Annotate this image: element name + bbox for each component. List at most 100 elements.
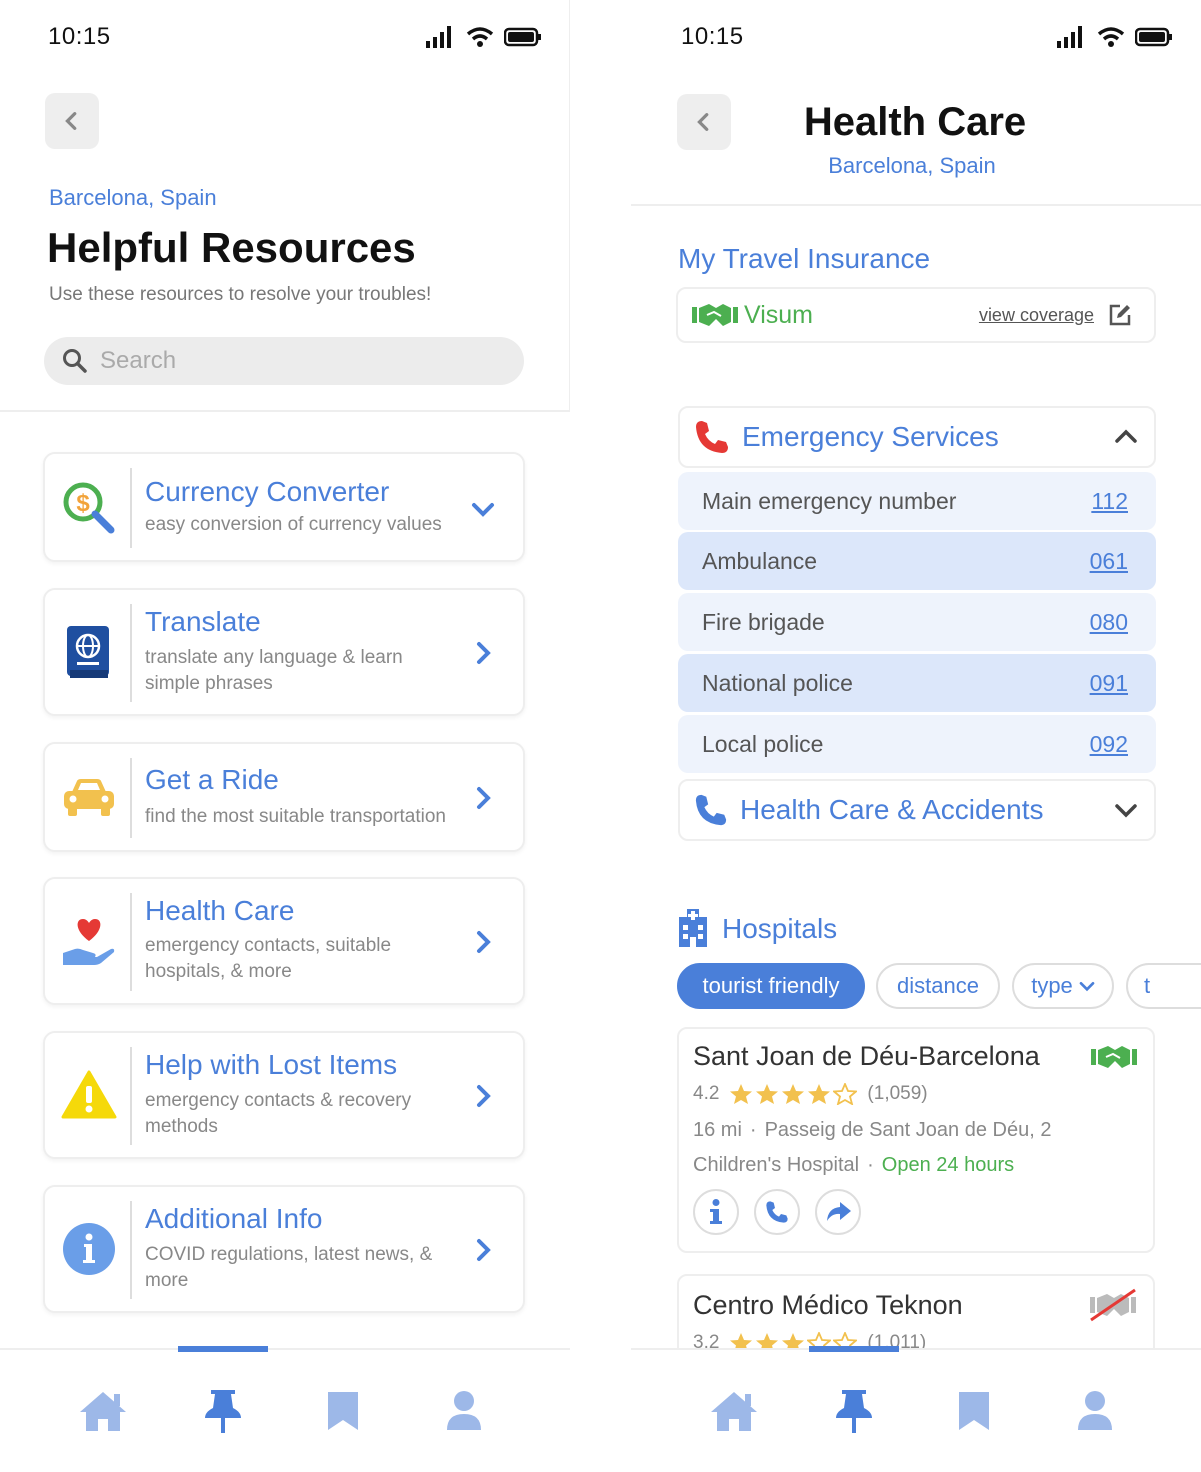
filter-distance[interactable]: distance xyxy=(876,963,1000,1009)
resource-card-translate[interactable]: Translate translate any language & learn… xyxy=(43,588,525,716)
user-icon xyxy=(1078,1391,1112,1430)
emergency-label: Main emergency number xyxy=(702,487,957,514)
emergency-label: Local police xyxy=(702,730,824,757)
emergency-number-link[interactable]: 112 xyxy=(1091,488,1128,515)
back-button[interactable] xyxy=(45,93,99,149)
tab-profile[interactable] xyxy=(1070,1386,1120,1436)
card-title: Health Care xyxy=(145,895,295,926)
emergency-heading: Emergency Services xyxy=(742,421,999,452)
page-title: Helpful Resources xyxy=(47,224,416,271)
heart-hand-icon xyxy=(61,913,117,969)
separator-dot: · xyxy=(749,1119,757,1141)
hospital-rating: 4.2 xyxy=(693,1083,720,1104)
emergency-row: Main emergency number 112 xyxy=(678,472,1156,530)
chevron-right-icon[interactable] xyxy=(471,930,495,954)
tab-profile[interactable] xyxy=(439,1386,489,1436)
chevron-right-icon[interactable] xyxy=(471,641,495,665)
phone-icon xyxy=(695,794,727,826)
chevron-right-icon[interactable] xyxy=(471,1084,495,1108)
emergency-services-header[interactable]: Emergency Services xyxy=(678,406,1156,468)
card-title: Translate xyxy=(145,606,261,637)
star-icon xyxy=(730,1084,753,1104)
card-description: emergency contacts, suitable hospitals, … xyxy=(145,935,392,982)
search-icon xyxy=(63,349,87,373)
star-icon xyxy=(808,1084,831,1104)
filter-tourist-friendly[interactable]: tourist friendly xyxy=(677,963,865,1009)
hospital-address: Passeig de Sant Joan de Déu, 2 xyxy=(764,1119,1052,1141)
pin-icon xyxy=(836,1390,872,1433)
chevron-down-icon[interactable] xyxy=(471,497,495,521)
emergency-number-link[interactable]: 061 xyxy=(1090,548,1128,575)
emergency-row: Ambulance 061 xyxy=(678,532,1156,590)
battery-icon xyxy=(504,27,541,47)
battery-icon xyxy=(1135,27,1172,47)
currency-search-icon: $ xyxy=(61,480,117,536)
chevron-right-icon[interactable] xyxy=(471,786,495,810)
emergency-label: Fire brigade xyxy=(702,608,825,635)
wifi-icon xyxy=(466,27,494,47)
tab-saved[interactable] xyxy=(949,1386,999,1436)
tab-pinned[interactable] xyxy=(198,1386,248,1436)
status-bar: 10:15 xyxy=(681,22,1173,52)
call-button[interactable] xyxy=(754,1189,800,1235)
emergency-number-link[interactable]: 091 xyxy=(1090,670,1128,697)
tab-saved[interactable] xyxy=(318,1386,368,1436)
card-description: COVID regulations, latest news, & more xyxy=(145,1244,433,1291)
health-accidents-header[interactable]: Health Care & Accidents xyxy=(678,779,1156,841)
card-description: find the most suitable transportation xyxy=(145,806,447,827)
handshake-icon xyxy=(1091,1046,1137,1068)
search-input[interactable]: Search xyxy=(44,337,524,385)
handshake-icon xyxy=(692,304,738,326)
hospital-reviews: (1,059) xyxy=(867,1083,928,1104)
resource-card-additional-info[interactable]: Additional Info COVID regulations, lates… xyxy=(43,1185,525,1313)
wifi-icon xyxy=(1097,27,1125,47)
filter-more[interactable]: t xyxy=(1126,963,1201,1009)
emergency-row: Fire brigade 080 xyxy=(678,593,1156,651)
user-icon xyxy=(447,1391,481,1430)
tab-bar xyxy=(631,1346,1201,1472)
hospital-card[interactable]: Sant Joan de Déu-Barcelona 4.2 (1,059) 1… xyxy=(677,1027,1155,1253)
page-title: Health Care xyxy=(803,100,1027,144)
filter-type[interactable]: type xyxy=(1012,963,1114,1009)
star-icon xyxy=(782,1084,805,1104)
status-bar: 10:15 xyxy=(48,22,542,52)
hospital-distance: 16 mi xyxy=(693,1119,742,1141)
share-arrow-icon xyxy=(827,1202,851,1221)
tab-home[interactable] xyxy=(78,1386,128,1436)
tab-home[interactable] xyxy=(709,1386,759,1436)
page-subtitle: Use these resources to resolve your trou… xyxy=(49,284,432,305)
emergency-number-link[interactable]: 080 xyxy=(1090,609,1128,636)
resource-card-ride[interactable]: Get a Ride find the most suitable transp… xyxy=(43,742,525,852)
chevron-up-icon xyxy=(1115,429,1137,443)
view-coverage-link[interactable]: view coverage xyxy=(979,305,1094,326)
card-title: Get a Ride xyxy=(145,764,279,795)
edit-icon[interactable] xyxy=(1108,303,1132,327)
status-time: 10:15 xyxy=(681,23,744,50)
insurance-name: Visum xyxy=(744,300,814,329)
card-description: easy conversion of currency values xyxy=(145,514,442,535)
resource-card-currency[interactable]: $ Currency Converter easy conversion of … xyxy=(43,452,525,562)
chevron-left-icon xyxy=(65,112,77,130)
health-accidents-heading: Health Care & Accidents xyxy=(740,794,1044,825)
tab-pinned[interactable] xyxy=(829,1386,879,1436)
home-icon xyxy=(80,1392,126,1431)
resource-card-health[interactable]: Health Care emergency contacts, suitable… xyxy=(43,877,525,1005)
insurance-card[interactable]: Visum view coverage xyxy=(676,287,1156,343)
star-outline-icon xyxy=(833,1083,858,1105)
right-screen: 10:15 Health Care Barcelona, Spain My Tr… xyxy=(631,0,1201,1472)
active-tab-indicator xyxy=(809,1346,899,1352)
pin-icon xyxy=(205,1390,241,1433)
info-button[interactable] xyxy=(693,1189,739,1235)
signal-icon xyxy=(426,26,451,48)
card-description: emergency contacts & recovery methods xyxy=(145,1090,412,1137)
emergency-number-link[interactable]: 092 xyxy=(1090,731,1128,758)
resource-card-lost-items[interactable]: Help with Lost Items emergency contacts … xyxy=(43,1031,525,1159)
location-label: Barcelona, Spain xyxy=(49,185,217,210)
directions-button[interactable] xyxy=(815,1189,861,1235)
tab-bar xyxy=(0,1346,570,1472)
insurance-heading: My Travel Insurance xyxy=(678,243,931,274)
location-label: Barcelona, Spain xyxy=(828,153,996,178)
emergency-row: Local police 092 xyxy=(678,715,1156,773)
chevron-right-icon[interactable] xyxy=(471,1238,495,1262)
hospital-name: Centro Médico Teknon xyxy=(693,1290,963,1320)
